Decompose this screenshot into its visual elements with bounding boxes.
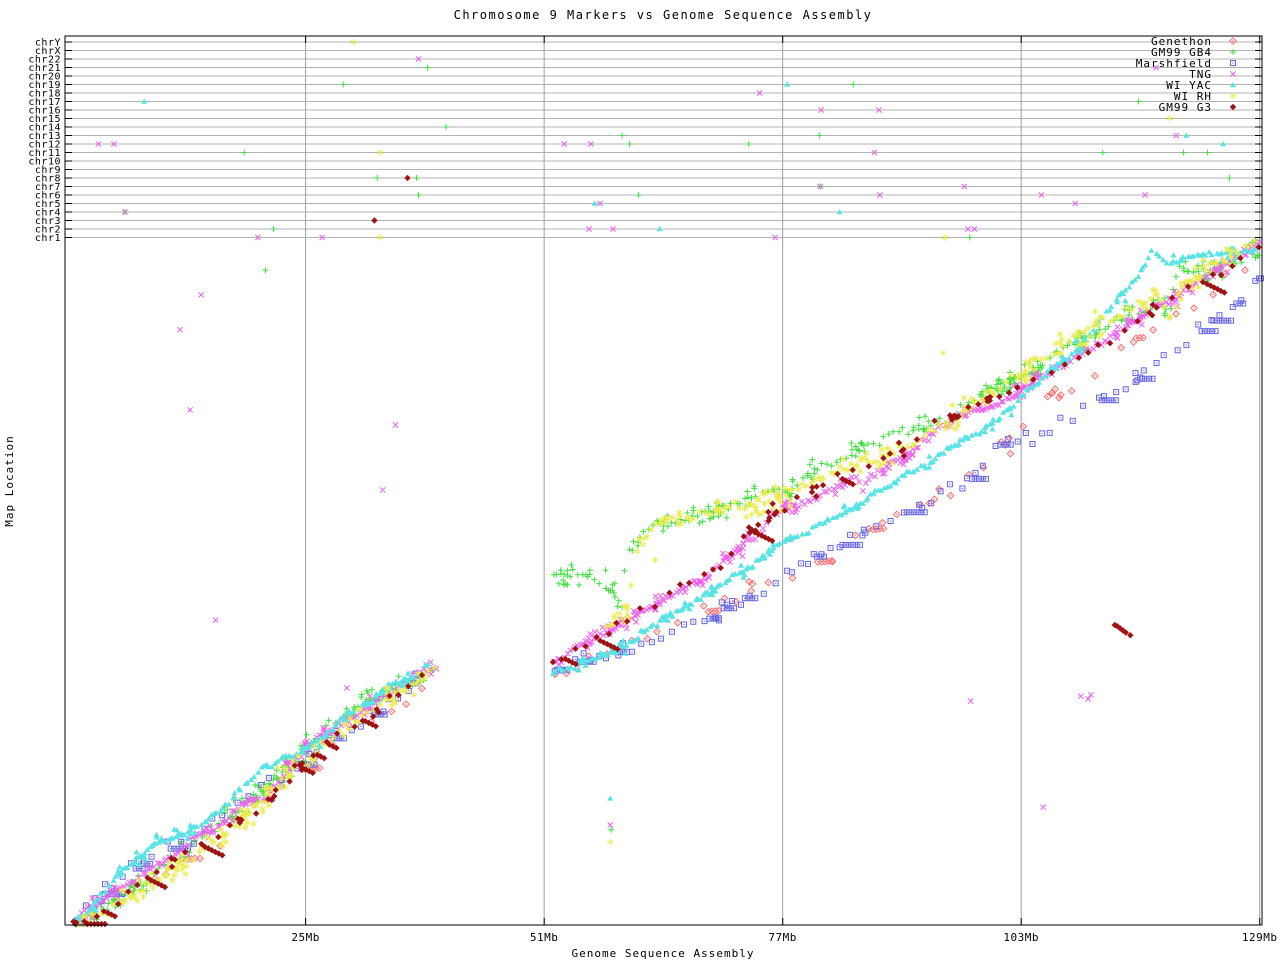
- legend-marker-marshfield-icon: [1230, 60, 1236, 66]
- series-genethon-markers: [72, 266, 1249, 928]
- x-tick-label-51: 51Mb: [530, 931, 559, 944]
- x-tick-label-77: 77Mb: [768, 931, 797, 944]
- legend-marker-rh-icon: [1229, 92, 1237, 100]
- legend-marker-genethon-icon: [1229, 37, 1237, 45]
- chart-page: Chromosome 9 Markers vs Genome Sequence …: [0, 0, 1280, 960]
- x-tick-label-25: 25Mb: [291, 931, 320, 944]
- y-axis-title: Map Location: [3, 435, 16, 526]
- chart-canvas: Chromosome 9 Markers vs Genome Sequence …: [3, 8, 1277, 960]
- legend-marker-g3-icon: [1229, 103, 1237, 111]
- grid-lines: [65, 36, 1262, 925]
- x-tick-label-103: 103Mb: [1003, 931, 1039, 944]
- x-tick-label-129: 129Mb: [1242, 931, 1278, 944]
- scatter-series: [70, 38, 1264, 928]
- chart-title: Chromosome 9 Markers vs Genome Sequence …: [454, 8, 873, 22]
- legend-marker-gb4-icon: [1230, 49, 1236, 55]
- x-axis-title: Genome Sequence Assembly: [572, 947, 755, 960]
- tick-labels: chrYchrXchr22chr21chr20chr19chr18chr17ch…: [28, 38, 1277, 945]
- legend-label-g3: GM99 G3: [1159, 101, 1212, 114]
- page: { "title": "Chromosome 9 Markers vs Geno…: [0, 0, 1280, 960]
- chrom-label-chr1: chr1: [35, 233, 61, 244]
- legend: GenethonGM99 GB4MarshfieldTNGWI YACWI RH…: [1136, 35, 1237, 114]
